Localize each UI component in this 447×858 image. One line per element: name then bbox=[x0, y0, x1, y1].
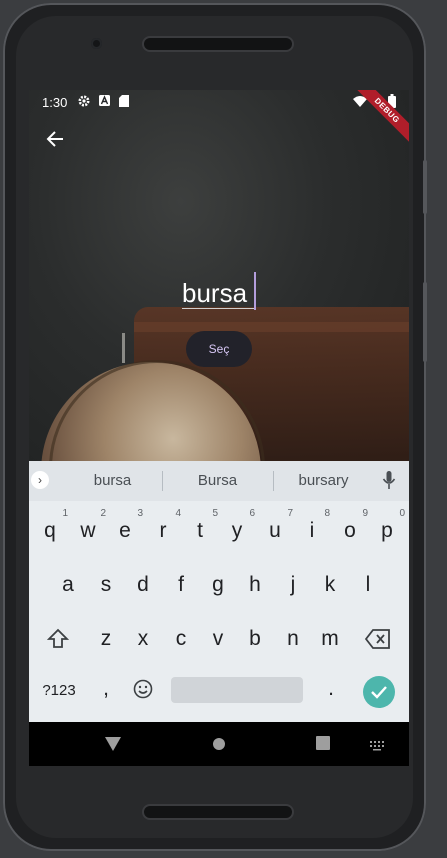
city-input-value: bursa bbox=[182, 278, 248, 308]
globe-pin bbox=[122, 333, 125, 363]
earpiece-speaker bbox=[144, 38, 292, 50]
shift-key[interactable] bbox=[40, 615, 76, 663]
emoji-key[interactable] bbox=[125, 665, 161, 713]
shift-icon bbox=[46, 628, 70, 648]
key-s[interactable]: s bbox=[88, 561, 124, 609]
arrow-left-icon bbox=[46, 131, 63, 147]
key-hint: 7 bbox=[287, 508, 293, 519]
key-label: u bbox=[269, 519, 281, 542]
key-n[interactable]: n bbox=[275, 615, 311, 663]
key-label: o bbox=[344, 519, 356, 542]
a-letter-icon bbox=[99, 95, 110, 110]
soft-keyboard: › bursa Bursa bursary q1 w2 e3 r4 t5 y6 … bbox=[29, 461, 409, 722]
keyboard-switch-button[interactable] bbox=[369, 738, 385, 756]
key-k[interactable]: k bbox=[312, 561, 348, 609]
key-z[interactable]: z bbox=[88, 615, 124, 663]
emoji-icon bbox=[133, 679, 153, 699]
volume-button bbox=[423, 160, 427, 214]
device-screen: 1:30 DEBUG bursa Seç › bursa Bursa bursa… bbox=[29, 90, 409, 766]
key-label: r bbox=[159, 519, 167, 542]
key-hint: 0 bbox=[399, 508, 405, 519]
key-x[interactable]: x bbox=[125, 615, 161, 663]
key-hint: 6 bbox=[249, 508, 255, 519]
enter-key[interactable] bbox=[363, 676, 395, 708]
select-button[interactable]: Seç bbox=[186, 331, 252, 367]
city-input[interactable]: bursa bbox=[182, 270, 256, 310]
status-bar: 1:30 DEBUG bbox=[29, 90, 409, 151]
key-o[interactable]: o9 bbox=[332, 507, 368, 555]
key-hint: 4 bbox=[175, 508, 181, 519]
nav-back-button[interactable] bbox=[105, 737, 121, 756]
key-label: i bbox=[309, 519, 315, 542]
key-e[interactable]: e3 bbox=[107, 507, 143, 555]
keyboard-icon bbox=[370, 741, 384, 751]
home-circle-icon bbox=[213, 738, 225, 750]
symbols-key[interactable]: ?123 bbox=[37, 667, 81, 715]
backspace-key[interactable] bbox=[360, 615, 396, 663]
triangle-back-icon bbox=[105, 737, 121, 751]
key-g[interactable]: g bbox=[200, 561, 236, 609]
key-hint: 1 bbox=[62, 508, 68, 519]
key-m[interactable]: m bbox=[312, 615, 348, 663]
suggestion-1[interactable]: bursa bbox=[60, 472, 165, 489]
key-u[interactable]: u7 bbox=[257, 507, 293, 555]
mic-icon[interactable] bbox=[382, 471, 396, 491]
key-d[interactable]: d bbox=[125, 561, 161, 609]
key-l[interactable]: l bbox=[350, 561, 386, 609]
key-label: t bbox=[197, 519, 203, 542]
key-hint: 9 bbox=[362, 508, 368, 519]
bottom-speaker bbox=[144, 806, 292, 818]
nav-recents-button[interactable] bbox=[316, 736, 330, 755]
power-button bbox=[423, 282, 427, 362]
key-p[interactable]: p0 bbox=[369, 507, 405, 555]
back-button[interactable] bbox=[45, 128, 67, 150]
key-t[interactable]: t5 bbox=[182, 507, 218, 555]
key-y[interactable]: y6 bbox=[219, 507, 255, 555]
period-key[interactable]: . bbox=[313, 665, 349, 713]
key-label: q bbox=[44, 519, 56, 542]
key-label: p bbox=[381, 519, 393, 542]
gear-icon bbox=[78, 95, 90, 111]
key-j[interactable]: j bbox=[275, 561, 311, 609]
key-label: w bbox=[80, 519, 96, 542]
chevron-right-icon[interactable]: › bbox=[31, 471, 49, 489]
square-recents-icon bbox=[316, 736, 330, 750]
key-label: y bbox=[231, 519, 243, 542]
key-w[interactable]: w2 bbox=[70, 507, 106, 555]
front-camera bbox=[91, 38, 102, 49]
key-hint: 8 bbox=[324, 508, 330, 519]
text-caret bbox=[254, 272, 256, 310]
suggestion-strip: › bursa Bursa bursary bbox=[29, 461, 409, 501]
navigation-bar bbox=[29, 722, 409, 766]
nav-home-button[interactable] bbox=[212, 737, 226, 756]
suggestion-divider bbox=[162, 471, 163, 491]
comma-key[interactable]: , bbox=[88, 665, 124, 713]
key-a[interactable]: a bbox=[50, 561, 86, 609]
key-h[interactable]: h bbox=[237, 561, 273, 609]
suggestion-3[interactable]: bursary bbox=[271, 472, 376, 489]
key-i[interactable]: i8 bbox=[294, 507, 330, 555]
suggestion-2[interactable]: Bursa bbox=[165, 472, 270, 489]
space-bar[interactable] bbox=[171, 677, 303, 703]
sd-card-icon bbox=[119, 95, 129, 111]
status-time: 1:30 bbox=[42, 95, 68, 110]
key-hint: 3 bbox=[137, 508, 143, 519]
key-r[interactable]: r4 bbox=[145, 507, 182, 555]
key-v[interactable]: v bbox=[200, 615, 236, 663]
suitcase-strap bbox=[134, 322, 409, 332]
key-hint: 2 bbox=[100, 508, 106, 519]
check-icon bbox=[371, 686, 387, 699]
backspace-icon bbox=[364, 629, 390, 649]
key-b[interactable]: b bbox=[237, 615, 273, 663]
key-q[interactable]: q1 bbox=[32, 507, 68, 555]
key-f[interactable]: f bbox=[163, 561, 199, 609]
key-c[interactable]: c bbox=[163, 615, 199, 663]
key-hint: 5 bbox=[212, 508, 218, 519]
input-underline bbox=[182, 308, 255, 309]
key-label: e bbox=[119, 519, 131, 542]
